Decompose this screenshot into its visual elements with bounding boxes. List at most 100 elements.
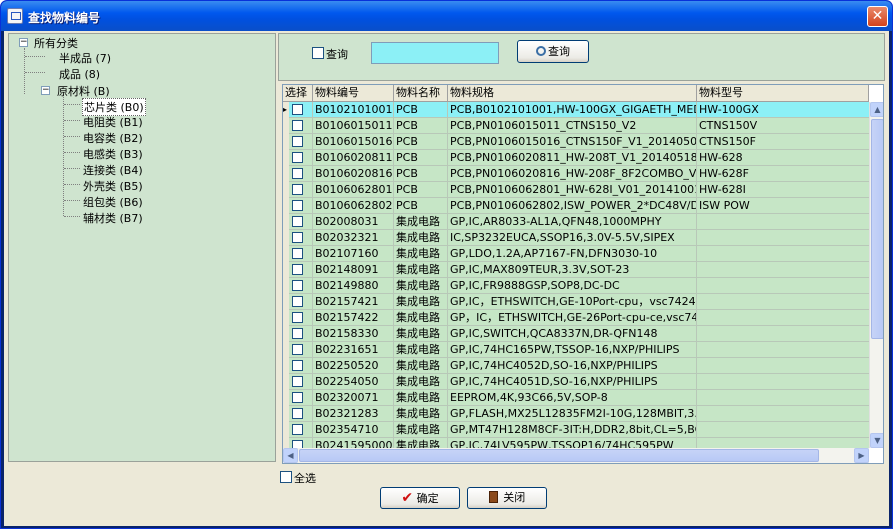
row-select-cell[interactable] xyxy=(283,406,313,422)
table-row[interactable]: B02231651 集成电路 GP,IC,74HC165PW,TSSOP-16,NX… xyxy=(283,342,869,358)
ok-button[interactable]: ✔ 确定 xyxy=(380,487,460,509)
category-tree[interactable]: − 所有分类 半成品 (7) 成品 (8) − 原材料 (B) 芯片类 (B0)… xyxy=(8,33,276,462)
row-select-cell[interactable] xyxy=(283,342,313,358)
scroll-right-icon[interactable]: ▶ xyxy=(854,448,869,463)
header-spec[interactable]: 物料规格 xyxy=(448,85,697,102)
table-row[interactable]: B0106062802 PCB PCB,PN0106062802,ISW_POWER… xyxy=(283,198,869,214)
row-select-cell[interactable] xyxy=(283,118,313,134)
table-row[interactable]: B0106015016 PCB PCB,PN0106015016_CTNS150F_… xyxy=(283,134,869,150)
tree-item-finished[interactable]: 成品 (8) xyxy=(59,66,100,82)
table-row[interactable]: B02157422 集成电路 GP，IC，ETHSWITCH,GE-26Port-c… xyxy=(283,310,869,326)
tree-toggle-raw[interactable]: − xyxy=(41,86,50,95)
row-select-cell[interactable] xyxy=(283,358,313,374)
table-row[interactable]: B0106020811 PCB PCB,PN0106020811_HW-208T_V… xyxy=(283,150,869,166)
tree-item-housing[interactable]: 外壳类 (B5) xyxy=(83,178,143,194)
tree-item-resistor[interactable]: 电阻类 (B1) xyxy=(83,114,143,130)
table-row[interactable]: B02148091 集成电路 GP,IC,MAX809TEUR,3.3V,SOT-2… xyxy=(283,262,869,278)
table-row[interactable]: B02157421 集成电路 GP,IC，ETHSWITCH,GE-10Port-c… xyxy=(283,294,869,310)
table-row[interactable]: B02354710 集成电路 GP,MT47H128M8CF-3IT:H,DDR2,… xyxy=(283,422,869,438)
table-row[interactable]: B02250520 集成电路 GP,IC,74HC4052D,SO-16,NXP/P… xyxy=(283,358,869,374)
row-checkbox[interactable] xyxy=(292,344,303,355)
scroll-up-icon[interactable]: ▲ xyxy=(870,102,883,117)
horizontal-scroll-thumb[interactable] xyxy=(299,449,819,462)
table-row[interactable]: B02320071 集成电路 EEPROM,4K,93C66,5V,SOP-8 xyxy=(283,390,869,406)
row-select-cell[interactable] xyxy=(283,246,313,262)
table-row[interactable]: B0106062801 PCB PCB,PN0106062801_HW-628I_V… xyxy=(283,182,869,198)
vertical-scrollbar[interactable]: ▲ ▼ xyxy=(869,102,883,448)
row-select-cell[interactable] xyxy=(283,422,313,438)
scroll-left-icon[interactable]: ◀ xyxy=(283,448,298,463)
row-select-cell[interactable] xyxy=(283,390,313,406)
row-checkbox[interactable] xyxy=(292,152,303,163)
row-checkbox[interactable] xyxy=(292,216,303,227)
header-name[interactable]: 物料名称 xyxy=(394,85,448,102)
table-row[interactable]: B0106015011 PCB PCB,PN0106015011_CTNS150_V… xyxy=(283,118,869,134)
row-checkbox[interactable] xyxy=(292,360,303,371)
table-row[interactable]: B02008031 集成电路 GP,IC,AR8033-AL1A,QFN48,100… xyxy=(283,214,869,230)
scroll-down-icon[interactable]: ▼ xyxy=(870,433,883,448)
query-input[interactable] xyxy=(371,42,499,64)
tree-item-connector[interactable]: 连接类 (B4) xyxy=(83,162,143,178)
table-row[interactable]: B02321283 集成电路 GP,FLASH,MX25L12835FM2I-10G… xyxy=(283,406,869,422)
row-checkbox[interactable] xyxy=(292,392,303,403)
row-select-cell[interactable] xyxy=(283,134,313,150)
row-select-cell[interactable] xyxy=(283,166,313,182)
tree-item-packaging[interactable]: 组包类 (B6) xyxy=(83,194,143,210)
row-checkbox[interactable] xyxy=(292,120,303,131)
row-checkbox[interactable] xyxy=(292,408,303,419)
row-checkbox[interactable] xyxy=(292,136,303,147)
row-checkbox[interactable] xyxy=(292,104,303,115)
row-select-cell[interactable] xyxy=(283,150,313,166)
row-select-cell[interactable] xyxy=(283,102,313,118)
tree-item-semi-finished[interactable]: 半成品 (7) xyxy=(59,50,111,66)
row-checkbox[interactable] xyxy=(292,312,303,323)
tree-item-auxiliary[interactable]: 辅材类 (B7) xyxy=(83,210,143,226)
tree-item-all[interactable]: 所有分类 xyxy=(34,35,78,51)
header-model[interactable]: 物料型号 xyxy=(697,85,869,102)
table-row[interactable]: B02032321 集成电路 IC,SP3232EUCA,SSOP16,3.0V-5… xyxy=(283,230,869,246)
table-row[interactable]: B02158330 集成电路 GP,IC,SWITCH,QCA8337N,DR-QF… xyxy=(283,326,869,342)
table-row[interactable]: B02254050 集成电路 GP,IC,74HC4051D,SO-16,NXP/P… xyxy=(283,374,869,390)
row-select-cell[interactable] xyxy=(283,230,313,246)
tree-item-raw-material[interactable]: 原材料 (B) xyxy=(57,83,110,99)
row-select-cell[interactable] xyxy=(283,294,313,310)
tree-toggle-all[interactable]: − xyxy=(19,38,28,47)
header-select[interactable]: 选择 xyxy=(283,85,313,102)
row-select-cell[interactable] xyxy=(283,182,313,198)
header-code[interactable]: 物料编号 xyxy=(313,85,394,102)
row-checkbox[interactable] xyxy=(292,264,303,275)
vertical-scroll-thumb[interactable] xyxy=(871,119,883,339)
row-checkbox[interactable] xyxy=(292,200,303,211)
materials-grid[interactable]: 选择 物料编号 物料名称 物料规格 物料型号 ▸ B0102101001 PCB PC… xyxy=(282,84,884,464)
row-checkbox[interactable] xyxy=(292,168,303,179)
close-button[interactable]: 关闭 xyxy=(467,487,547,509)
row-checkbox[interactable] xyxy=(292,296,303,307)
table-row[interactable]: ▸ B0102101001 PCB PCB,B0102101001,HW-100GX_… xyxy=(283,102,869,118)
row-checkbox[interactable] xyxy=(292,232,303,243)
row-select-cell[interactable] xyxy=(283,374,313,390)
select-all-checkbox[interactable] xyxy=(280,471,292,483)
row-checkbox[interactable] xyxy=(292,184,303,195)
tree-item-inductor[interactable]: 电感类 (B3) xyxy=(83,146,143,162)
row-select-cell[interactable] xyxy=(283,198,313,214)
row-checkbox[interactable] xyxy=(292,424,303,435)
row-checkbox[interactable] xyxy=(292,328,303,339)
horizontal-scrollbar[interactable]: ◀ ▶ xyxy=(283,448,869,463)
row-select-cell[interactable] xyxy=(283,278,313,294)
row-select-cell[interactable] xyxy=(283,310,313,326)
query-checkbox[interactable] xyxy=(312,47,324,59)
row-checkbox[interactable] xyxy=(292,248,303,259)
row-select-cell[interactable] xyxy=(283,262,313,278)
row-select-cell[interactable] xyxy=(283,326,313,342)
table-row[interactable]: B02149880 集成电路 GP,IC,FR9888GSP,SOP8,DC-DC xyxy=(283,278,869,294)
window-close-button[interactable]: ✕ xyxy=(867,6,888,27)
row-checkbox[interactable] xyxy=(292,376,303,387)
row-select-cell[interactable] xyxy=(283,214,313,230)
tree-item-capacitor[interactable]: 电容类 (B2) xyxy=(83,130,143,146)
query-button[interactable]: 查询 xyxy=(517,40,589,63)
title-bar[interactable]: 查找物料编号 ✕ xyxy=(1,1,892,31)
row-checkbox[interactable] xyxy=(292,280,303,291)
row-spec: PCB,PN0106062802,ISW_POWER_2*DC48V/DC1 xyxy=(450,198,697,214)
table-row[interactable]: B0106020816 PCB PCB,PN0106020816_HW-208F_8… xyxy=(283,166,869,182)
table-row[interactable]: B02107160 集成电路 GP,LDO,1.2A,AP7167-FN,DFN30… xyxy=(283,246,869,262)
